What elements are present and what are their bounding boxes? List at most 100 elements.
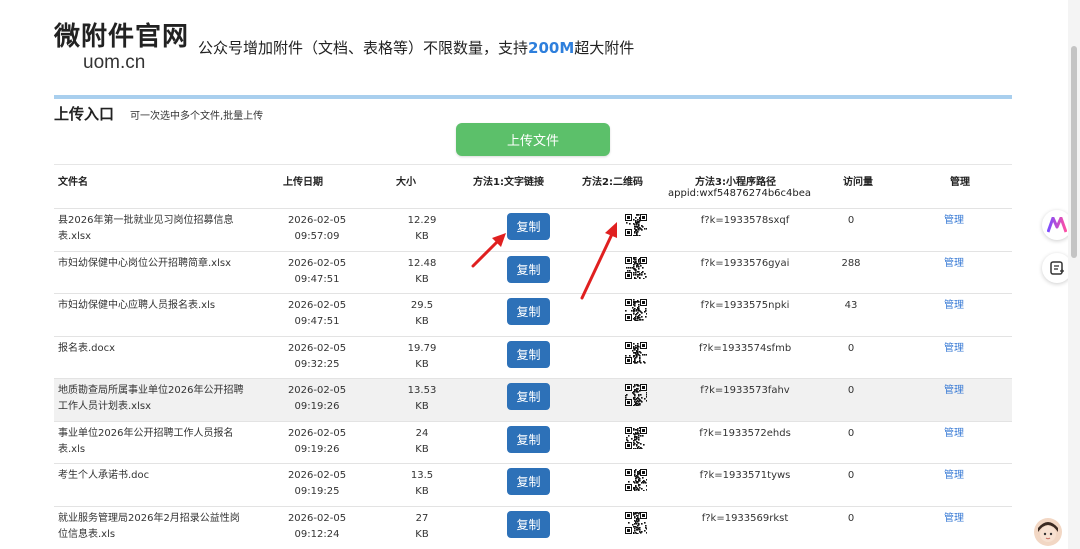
upload-date-day: 2026-02-05 xyxy=(287,215,347,226)
file-size: 12.48 KB xyxy=(398,256,446,288)
file-name: 报名表.docx xyxy=(58,342,116,354)
ai-assistant-icon xyxy=(1047,217,1067,233)
manage-link[interactable]: 管理 xyxy=(944,341,964,357)
tagline-highlight: 200M xyxy=(528,39,575,57)
copy-link-button[interactable]: 复制 xyxy=(507,383,550,410)
upload-date-time: 09:47:51 xyxy=(294,316,340,327)
upload-date-day: 2026-02-05 xyxy=(287,257,347,269)
file-size-unit: KB xyxy=(415,273,429,285)
scroll-thumb[interactable] xyxy=(1071,46,1077,258)
file-table: 文件名 上传日期 大小 方法1:文字链接 方法2:二维码 方法3:小程序路径 a… xyxy=(54,164,1012,548)
table-row: 地质勘查局所属事业单位2026年公开招聘工作人员计划表.xlsx 2026-02-… xyxy=(54,378,1012,421)
manage-link[interactable]: 管理 xyxy=(944,383,964,399)
upload-date: 2026-02-05 09:47:51 xyxy=(286,298,348,330)
table-row: 就业服务管理局2026年2月招录公益性岗位信息表.xls 2026-02-05 09… xyxy=(54,505,1012,549)
note-icon xyxy=(1050,261,1064,275)
file-name: 县2026年第一批就业见习岗位招募信息表.xlsx xyxy=(58,215,234,242)
file-size-value: 12.48 xyxy=(407,257,437,269)
col-method3: 方法3:小程序路径 xyxy=(695,177,776,188)
file-size-value: 19.79 xyxy=(407,342,437,354)
copy-link-button[interactable]: 复制 xyxy=(507,425,550,453)
upload-date-day: 2026-02-05 xyxy=(287,385,347,396)
manage-link[interactable]: 管理 xyxy=(944,256,964,272)
copy-link-button[interactable]: 复制 xyxy=(507,298,550,325)
upload-date: 2026-02-05 09:32:25 xyxy=(286,341,348,373)
copy-link-button[interactable]: 复制 xyxy=(507,468,550,495)
upload-date-time: 09:19:25 xyxy=(294,486,340,497)
brand-title: 微附件官网 xyxy=(54,22,190,52)
file-size-unit: KB xyxy=(415,358,429,370)
file-size-unit: KB xyxy=(415,443,429,455)
miniprogram-path: f?k=1933578sxqf xyxy=(700,215,790,226)
manage-link[interactable]: 管理 xyxy=(944,426,964,442)
file-size: 13.53 KB xyxy=(398,383,446,415)
miniprogram-path: f?k=1933573fahv xyxy=(700,385,790,396)
upload-date-time: 09:47:51 xyxy=(294,273,340,285)
file-name: 考生个人承诺书.doc xyxy=(58,470,150,481)
upload-button[interactable]: 上传文件 xyxy=(456,123,610,156)
view-count: 0 xyxy=(847,512,855,524)
upload-date: 2026-02-05 09:19:25 xyxy=(286,468,348,500)
file-size-value: 12.29 xyxy=(407,215,437,226)
brand-domain: uom.cn xyxy=(83,52,146,73)
miniprogram-path: f?k=1933572ehds xyxy=(699,427,791,439)
file-size: 13.5 KB xyxy=(398,468,446,500)
copy-link-button[interactable]: 复制 xyxy=(507,510,550,538)
upload-date: 2026-02-05 09:19:26 xyxy=(286,426,348,458)
col-appid: appid:wxf54876274b6c4bea xyxy=(668,188,812,199)
file-size: 27 KB xyxy=(398,511,446,543)
copy-link-button[interactable]: 复制 xyxy=(507,340,550,368)
table-row: 县2026年第一批就业见习岗位招募信息表.xlsx 2026-02-05 09:57… xyxy=(54,208,1012,251)
qr-code-icon[interactable] xyxy=(625,469,647,491)
manage-link[interactable]: 管理 xyxy=(944,213,964,229)
manage-link[interactable]: 管理 xyxy=(944,298,964,314)
file-size-value: 29.5 xyxy=(410,300,434,311)
col-name: 文件名 xyxy=(58,177,88,188)
file-name: 市妇幼保健中心岗位公开招聘简章.xlsx xyxy=(58,257,232,269)
col-size: 大小 xyxy=(396,177,416,188)
qr-code-icon[interactable] xyxy=(625,214,647,236)
file-size-value: 13.5 xyxy=(410,470,434,481)
upload-date: 2026-02-05 09:19:26 xyxy=(286,383,348,415)
qr-code-icon[interactable] xyxy=(625,256,647,279)
upload-date-time: 09:32:25 xyxy=(294,358,340,370)
file-size: 24 KB xyxy=(398,426,446,458)
upload-date: 2026-02-05 09:57:09 xyxy=(286,213,348,245)
table-body: 县2026年第一批就业见习岗位招募信息表.xlsx 2026-02-05 09:57… xyxy=(54,208,1012,548)
table-header: 文件名 上传日期 大小 方法1:文字链接 方法2:二维码 方法3:小程序路径 a… xyxy=(54,164,1012,208)
view-count: 0 xyxy=(847,385,855,396)
scrollbar[interactable] xyxy=(1068,0,1080,549)
qr-code-icon[interactable] xyxy=(625,299,647,321)
user-avatar[interactable] xyxy=(1034,518,1062,546)
view-count: 288 xyxy=(841,257,861,269)
file-size-unit: KB xyxy=(415,231,429,242)
col-manage: 管理 xyxy=(950,177,970,188)
upload-date-day: 2026-02-05 xyxy=(287,300,347,311)
file-name: 地质勘查局所属事业单位2026年公开招聘工作人员计划表.xlsx xyxy=(58,385,244,412)
file-size-value: 13.53 xyxy=(407,385,437,396)
upload-hint: 可一次选中多个文件,批量上传 xyxy=(130,111,264,122)
miniprogram-path: f?k=1933575npki xyxy=(700,300,790,311)
upload-date-day: 2026-02-05 xyxy=(287,470,347,481)
miniprogram-path: f?k=1933569rkst xyxy=(701,512,789,524)
qr-code-icon[interactable] xyxy=(625,341,647,364)
file-size-unit: KB xyxy=(415,528,429,540)
qr-code-icon[interactable] xyxy=(625,384,647,406)
file-size: 19.79 KB xyxy=(398,341,446,373)
file-size-value: 27 xyxy=(415,512,429,524)
file-size-unit: KB xyxy=(415,401,429,412)
manage-link[interactable]: 管理 xyxy=(944,511,964,527)
miniprogram-path: f?k=1933576gyai xyxy=(700,257,790,269)
upload-date-time: 09:19:26 xyxy=(294,401,340,412)
manage-link[interactable]: 管理 xyxy=(944,468,964,484)
qr-code-icon[interactable] xyxy=(625,426,647,449)
file-size-value: 24 xyxy=(415,427,429,439)
copy-link-button[interactable]: 复制 xyxy=(507,255,550,283)
copy-link-button[interactable]: 复制 xyxy=(507,213,550,240)
table-row: 报名表.docx 2026-02-05 09:32:25 19.79 KB 复制 f?k=1… xyxy=(54,335,1012,379)
upload-date-time: 09:19:26 xyxy=(294,443,340,455)
qr-code-icon[interactable] xyxy=(625,511,647,534)
upload-date-day: 2026-02-05 xyxy=(287,427,347,439)
upload-date-time: 09:57:09 xyxy=(294,231,340,242)
file-size: 12.29 KB xyxy=(398,213,446,245)
